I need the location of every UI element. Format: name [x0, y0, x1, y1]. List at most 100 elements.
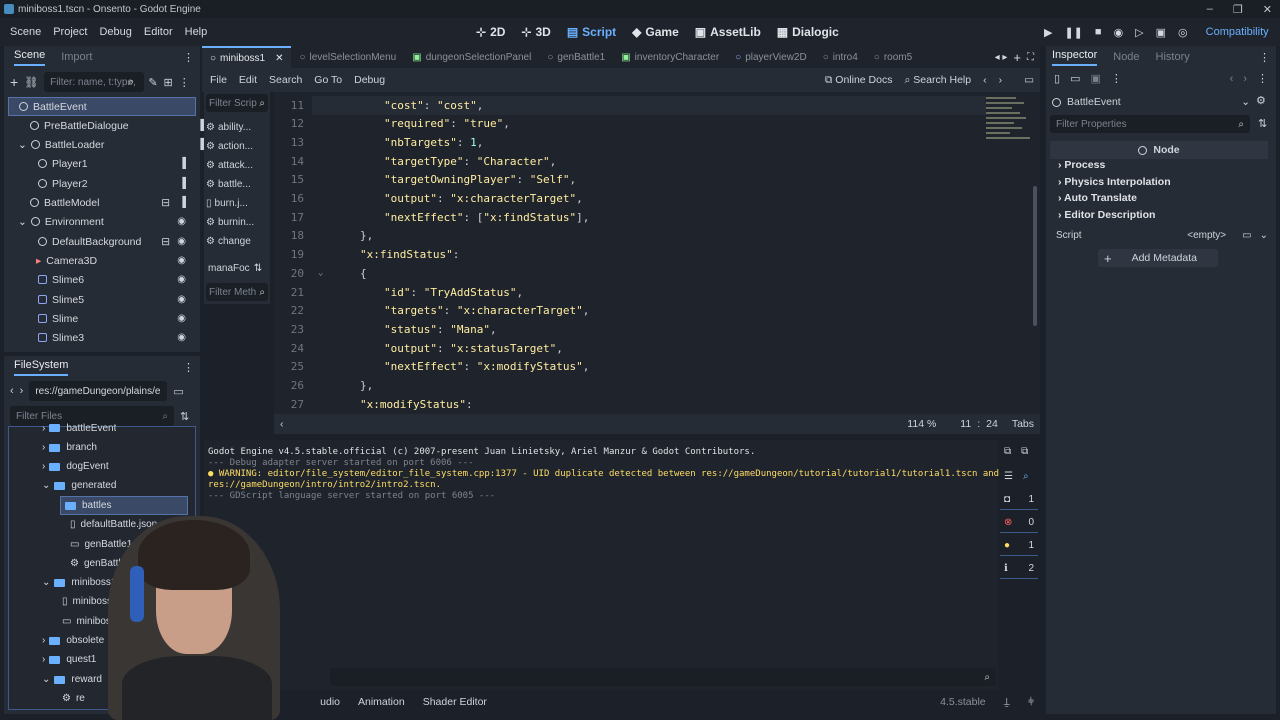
- tree-node-player2[interactable]: Player2 ▐: [38, 174, 190, 193]
- chevron-down-icon[interactable]: ⌄: [18, 216, 27, 228]
- zoom-level[interactable]: 114 %: [907, 418, 936, 430]
- code-line[interactable]: 13 "nbTargets": 1,: [274, 133, 974, 151]
- tab-scroll-icon[interactable]: ◂ ▸: [995, 52, 1008, 63]
- code-line[interactable]: 11 "cost": "cost",: [274, 96, 974, 114]
- inspector-filter-options-icon[interactable]: ⇅: [1258, 117, 1267, 130]
- scene-options-icon[interactable]: ⊞: [164, 76, 173, 89]
- forward-icon[interactable]: ›: [20, 385, 24, 397]
- script-menu-edit[interactable]: Edit: [239, 74, 257, 86]
- editor-tab-levelselectionmenu[interactable]: ○ levelSelectionMenu: [291, 46, 404, 68]
- tree-node-slime3[interactable]: Slime3 ◉: [38, 328, 190, 347]
- visibility-icon[interactable]: ◉: [177, 255, 186, 266]
- tree-node-battleevent[interactable]: BattleEvent: [8, 97, 196, 116]
- fs-file-reward-child[interactable]: ⚙ re: [62, 689, 85, 708]
- code-line[interactable]: 17 "nextEffect": ["x:findStatus"],: [274, 208, 974, 226]
- path-input[interactable]: res://gameDungeon/plains/e: [29, 381, 168, 401]
- menu-help[interactable]: Help: [179, 26, 214, 38]
- code-line[interactable]: 27 "x:modifyStatus":: [274, 395, 974, 413]
- script-item[interactable]: ⚙ ability...: [206, 118, 266, 137]
- fs-folder-branch[interactable]: › branch: [42, 438, 97, 457]
- copy-icon[interactable]: ⧉: [1004, 446, 1011, 457]
- code-line[interactable]: 15 "targetOwningPlayer": "Self",: [274, 171, 974, 189]
- tab-node[interactable]: Node: [1113, 51, 1139, 63]
- tree-node-prebattledialogue[interactable]: PreBattleDialogue ▐: [30, 116, 220, 135]
- add-tab-icon[interactable]: +: [1013, 50, 1021, 65]
- pin-icon[interactable]: ⍊: [1004, 696, 1010, 709]
- editor-tab-genbattle1[interactable]: ○ genBattle1: [539, 46, 613, 68]
- tree-node-defaultbackground[interactable]: DefaultBackground ⊟ ◉: [38, 232, 190, 251]
- code-line[interactable]: 22 "targets": "x:characterTarget",: [274, 302, 974, 320]
- fs-folder-battles[interactable]: battles: [60, 496, 188, 515]
- fs-folder-battleevent[interactable]: › battleEvent: [42, 422, 116, 434]
- menu-scene[interactable]: Scene: [4, 26, 47, 38]
- workspace-game[interactable]: ◆ Game: [632, 25, 679, 39]
- section-editor-description[interactable]: › Editor Description: [1058, 209, 1155, 221]
- script-item[interactable]: ⚙ action...: [206, 137, 266, 156]
- maximize-icon[interactable]: ❐: [1233, 3, 1243, 16]
- code-line[interactable]: 24 "output": "x:statusTarget",: [274, 339, 974, 357]
- filter-icon[interactable]: ☰: [1004, 471, 1013, 482]
- load-script-icon[interactable]: ▭: [1242, 230, 1251, 241]
- warnings-filter[interactable]: ● 1: [1000, 536, 1038, 556]
- visibility-icon[interactable]: ◉: [177, 274, 186, 285]
- workspace-dialogic[interactable]: ▦ Dialogic: [777, 25, 839, 39]
- errors-filter[interactable]: ⊗ 0: [1000, 513, 1038, 533]
- chevron-left-icon[interactable]: ‹: [280, 418, 284, 430]
- close-icon[interactable]: ✕: [275, 53, 283, 64]
- section-physics-interpolation[interactable]: › Physics Interpolation: [1058, 176, 1171, 188]
- workspace-assetlib[interactable]: ▣ AssetLib: [695, 25, 761, 39]
- filter-scripts-input[interactable]: Filter Scrip ⌕: [206, 94, 268, 112]
- script-icon[interactable]: ▐: [179, 178, 186, 189]
- object-menu-icon[interactable]: ⋮: [1257, 72, 1268, 85]
- script-icon[interactable]: ▐: [197, 120, 204, 131]
- filter-properties-input[interactable]: Filter Properties ⌕: [1050, 115, 1250, 133]
- scene-instance-icon[interactable]: ⊟: [161, 236, 170, 248]
- info-filter[interactable]: ℹ2: [1000, 559, 1038, 579]
- renderer-select[interactable]: Compatibility: [1206, 26, 1269, 38]
- remote-debug-icon[interactable]: ◉: [1114, 26, 1124, 39]
- clear-icon[interactable]: ⧉: [1021, 446, 1028, 457]
- workspace-2d[interactable]: ⊹ 2D: [476, 25, 505, 39]
- tree-node-battlemodel[interactable]: BattleModel ⊟ ▐: [30, 193, 190, 212]
- indent-mode[interactable]: Tabs: [1012, 418, 1034, 430]
- movie-icon[interactable]: ◎: [1178, 26, 1188, 39]
- visibility-icon[interactable]: ◉: [177, 313, 186, 324]
- visibility-icon[interactable]: ◉: [177, 216, 186, 227]
- chevron-down-icon[interactable]: ⌄: [1260, 230, 1268, 241]
- tab-inspector[interactable]: Inspector: [1052, 49, 1098, 66]
- chevron-down-icon[interactable]: ⌄: [18, 139, 27, 151]
- add-metadata-button[interactable]: + Add Metadata: [1098, 249, 1218, 267]
- sort-icon[interactable]: ⇅: [180, 410, 189, 423]
- save-icon[interactable]: ▣: [1090, 72, 1100, 85]
- add-node-icon[interactable]: +: [10, 74, 18, 90]
- workspace-script[interactable]: ▤ Script: [567, 25, 616, 39]
- online-docs-button[interactable]: ⧉ Online Docs: [825, 74, 893, 87]
- script-item[interactable]: ⚙ battle...: [206, 175, 266, 194]
- object-tools-icon[interactable]: ⚙: [1256, 94, 1266, 107]
- split-view-icon[interactable]: ▭: [173, 385, 183, 398]
- workspace-3d[interactable]: ⊹ 3D: [521, 25, 550, 39]
- editor-tab-room5[interactable]: ○ room5: [866, 46, 920, 68]
- filter-methods-input[interactable]: Filter Meth ⌕: [206, 283, 268, 301]
- expand-panel-icon[interactable]: ⫩: [1028, 696, 1034, 709]
- code-line[interactable]: 25 "nextEffect": "x:modifyStatus",: [274, 358, 974, 376]
- script-icon[interactable]: ▐: [179, 158, 186, 169]
- editor-tab-dungeonselectionpanel[interactable]: ▣ dungeonSelectionPanel: [404, 46, 539, 68]
- filter-output-input[interactable]: ⌕: [330, 668, 996, 686]
- tree-node-environment[interactable]: ⌄ Environment ◉: [18, 212, 190, 231]
- script-icon[interactable]: ▐: [179, 197, 186, 208]
- menu-dots-icon[interactable]: ⋮: [183, 51, 194, 64]
- code-line[interactable]: 16 "output": "x:characterTarget",: [274, 190, 974, 208]
- editor-tab-playerview2d[interactable]: ○ playerView2D: [727, 46, 815, 68]
- sort-icon[interactable]: ⇅: [254, 263, 262, 274]
- code-line[interactable]: 23 "status": "Mana",: [274, 320, 974, 338]
- section-process[interactable]: › Process: [1058, 159, 1105, 171]
- code-line[interactable]: 20 ⌄ {: [274, 264, 974, 282]
- messages-filter[interactable]: ◘ 1: [1000, 490, 1038, 510]
- bottom-tab-shader-editor[interactable]: Shader Editor: [423, 696, 487, 708]
- script-item[interactable]: ⚙ burnin...: [206, 213, 266, 232]
- script-icon[interactable]: ▐: [197, 139, 204, 150]
- scene-instance-icon[interactable]: ⊟: [161, 197, 170, 209]
- menu-dots-icon[interactable]: ⋮: [1111, 72, 1122, 85]
- script-item[interactable]: ⚙ change: [206, 232, 266, 251]
